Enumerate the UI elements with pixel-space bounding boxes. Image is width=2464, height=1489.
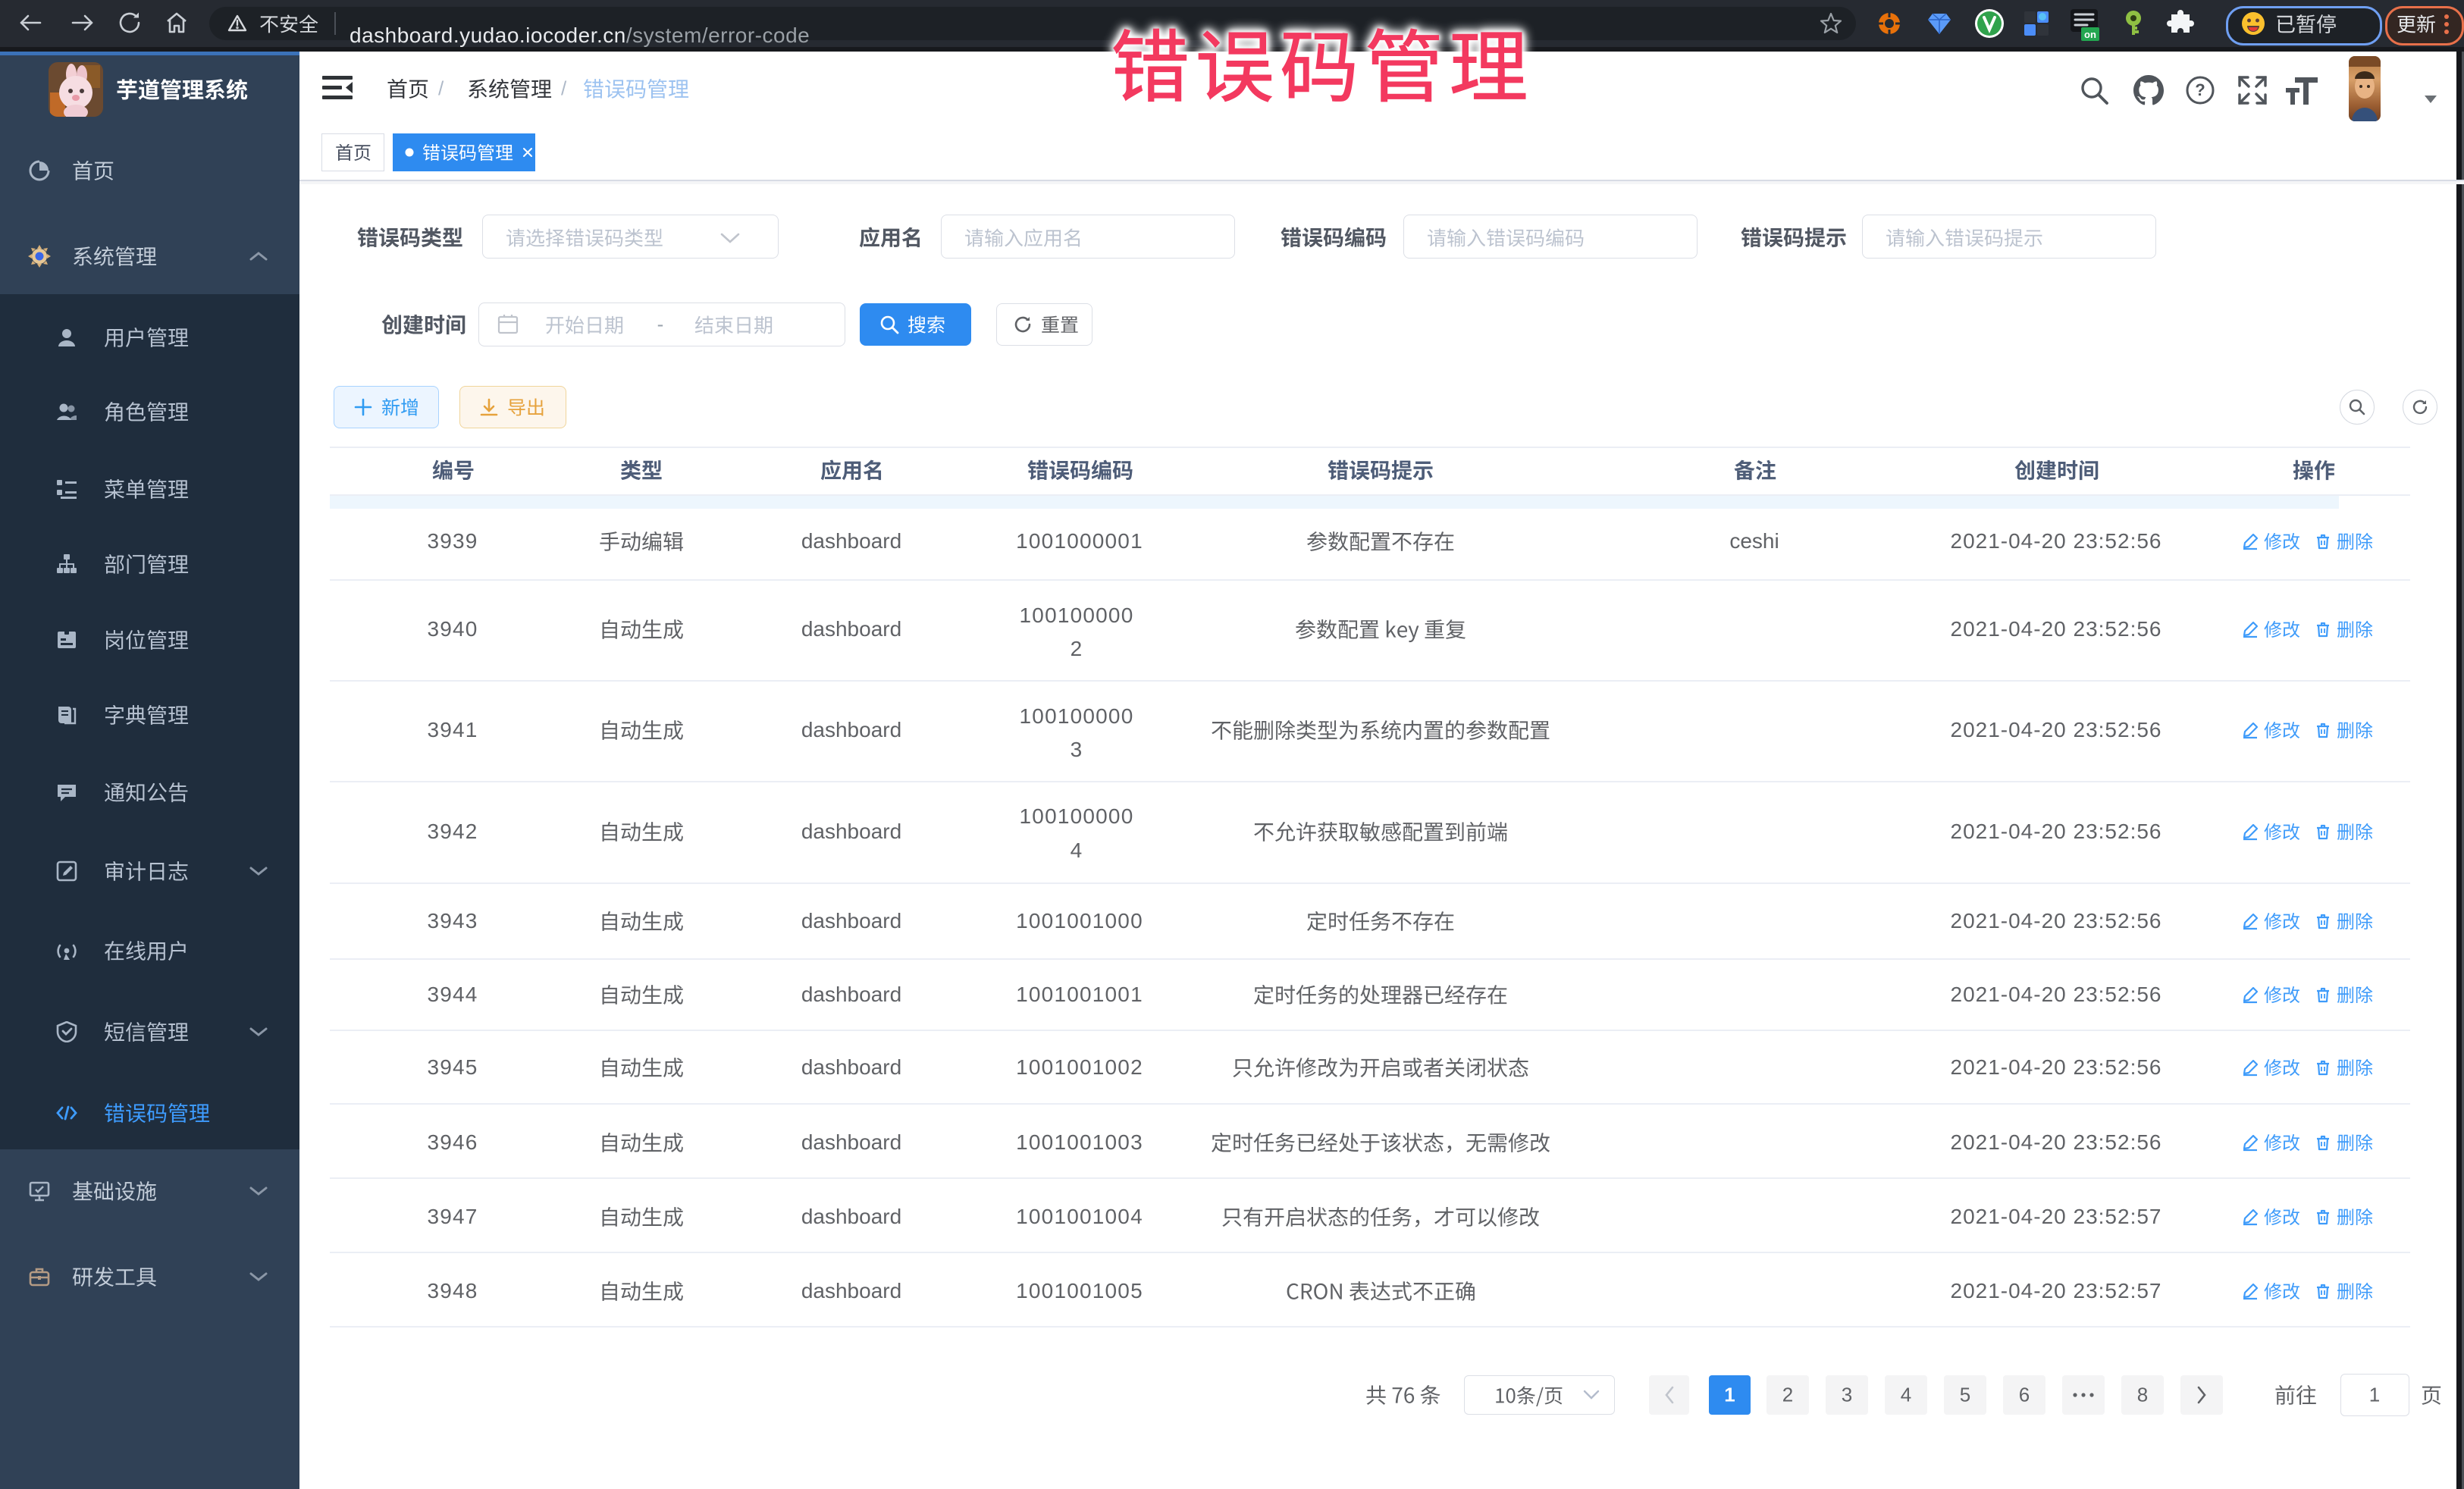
svg-text:?: ? xyxy=(2195,80,2205,99)
svg-text:on: on xyxy=(2084,29,2096,40)
